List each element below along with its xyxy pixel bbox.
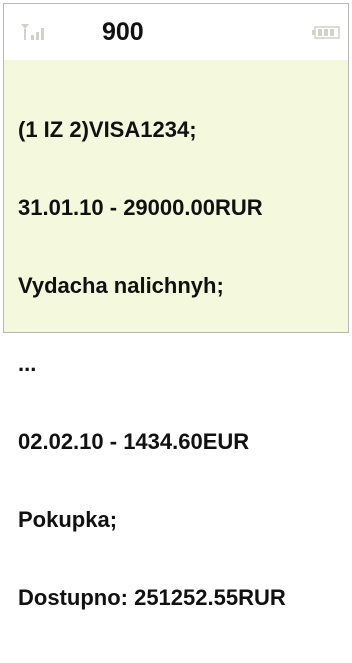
message-line-description-2: Pokupka; <box>18 507 118 532</box>
sender-number: 900 <box>102 18 144 46</box>
battery-icon <box>312 26 340 39</box>
message-line-available-balance: Dostupno: 251252.55RUR <box>18 585 286 610</box>
message-line-description-1: Vydacha nalichnyh; <box>18 273 224 298</box>
message-line-transaction-1: 31.01.10 - 29000.00RUR <box>18 195 263 220</box>
signal-strength-icon <box>21 24 44 40</box>
message-line-ellipsis: ... <box>18 351 37 376</box>
sms-message-screen: 900 (1 IZ 2)VISA1234; 31.01.10 - 29000.0… <box>3 3 349 610</box>
message-line-header: (1 IZ 2)VISA1234; <box>18 117 197 142</box>
message-line-transaction-2: 02.02.10 - 1434.60EUR <box>18 429 250 454</box>
message-header: 900 <box>4 4 348 60</box>
message-body: (1 IZ 2)VISA1234; 31.01.10 - 29000.00RUR… <box>18 65 344 663</box>
